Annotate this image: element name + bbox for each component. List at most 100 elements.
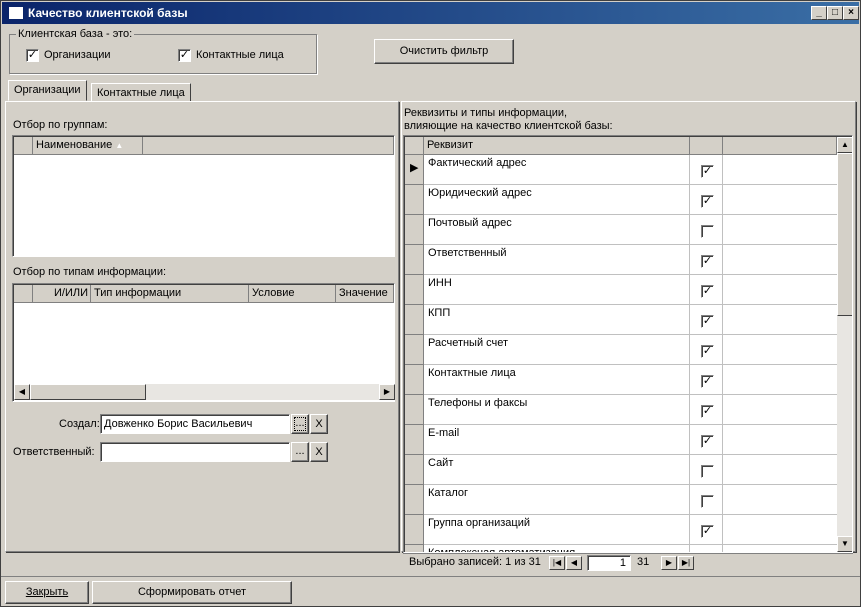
maximize-button[interactable]: □ <box>827 6 843 20</box>
created-by-field[interactable]: Довженко Борис Васильевич <box>100 414 290 434</box>
created-by-clear-button[interactable]: X <box>310 414 328 434</box>
nav-prev-icon[interactable]: ◀ <box>566 556 582 570</box>
contacts-label: Контактные лица <box>196 49 284 61</box>
requisite-name: Расчетный счет <box>425 335 690 365</box>
requisite-checkbox[interactable]: ✓ <box>701 195 714 208</box>
requisite-checkbox[interactable]: ✓ <box>701 165 714 178</box>
requisite-name: Комплексная автоматизация <box>425 545 690 552</box>
created-by-pick-button[interactable]: ... <box>291 414 309 434</box>
row-selector[interactable] <box>405 365 424 395</box>
requisite-row[interactable]: Комплексная автоматизация <box>405 545 837 552</box>
scroll-down-button[interactable]: ▼ <box>837 536 852 552</box>
groups-grid[interactable]: Наименование ▲ <box>12 135 395 257</box>
window-title: Качество клиентской базы <box>28 6 188 20</box>
requisite-row[interactable]: Телефоны и факсы ✓ <box>405 395 837 425</box>
requisites-title-line1: Реквизиты и типы информации, <box>404 107 568 119</box>
row-selector[interactable] <box>405 455 424 485</box>
requisite-check-cell: ✓ <box>691 365 723 395</box>
requisite-checkbox[interactable]: ✓ <box>701 315 714 328</box>
requisite-name: Почтовый адрес <box>425 215 690 245</box>
requisite-check-cell <box>691 215 723 245</box>
row-selector[interactable] <box>405 395 424 425</box>
row-selector[interactable] <box>405 425 424 455</box>
requisites-status-bar: Выбрано записей: 1 из 31 |◀ ◀ 1 31 ▶ ▶| <box>403 553 853 571</box>
requisite-checkbox[interactable]: ✓ <box>701 435 714 448</box>
generate-report-button[interactable]: Сформировать отчет <box>92 581 292 604</box>
info-filter-grid[interactable]: И/ИЛИ Тип информации Условие Значение ◀ … <box>12 283 395 402</box>
responsible-pick-button[interactable]: ... <box>291 442 309 462</box>
requisites-col-name[interactable]: Реквизит <box>424 137 690 155</box>
nav-next-icon[interactable]: ▶ <box>661 556 677 570</box>
requisite-check-cell <box>691 455 723 485</box>
close-window-button[interactable]: × <box>843 6 859 20</box>
info-col-type[interactable]: Тип информации <box>91 285 249 303</box>
nav-first-icon[interactable]: |◀ <box>549 556 565 570</box>
row-selector[interactable] <box>405 305 424 335</box>
vscroll-thumb[interactable] <box>837 153 852 316</box>
groups-col-filler <box>143 137 394 155</box>
row-selector[interactable]: ▶ <box>405 155 424 185</box>
requisite-checkbox[interactable]: ✓ <box>701 405 714 418</box>
tab-contacts[interactable]: Контактные лица <box>91 83 191 101</box>
requisites-vscroll[interactable]: ▲ ▼ <box>837 137 852 552</box>
row-selector[interactable] <box>405 515 424 545</box>
requisite-checkbox[interactable]: ✓ <box>701 375 714 388</box>
requisite-row[interactable]: Ответственный ✓ <box>405 245 837 275</box>
row-selector[interactable] <box>405 545 424 552</box>
page-number-input[interactable]: 1 <box>587 555 631 571</box>
requisite-row[interactable]: Каталог <box>405 485 837 515</box>
groups-col-name[interactable]: Наименование ▲ <box>33 137 143 155</box>
scroll-right-button[interactable]: ▶ <box>379 384 395 400</box>
requisite-row[interactable]: Почтовый адрес <box>405 215 837 245</box>
requisite-row[interactable]: ИНН ✓ <box>405 275 837 305</box>
scroll-left-button[interactable]: ◀ <box>14 384 30 400</box>
row-selector[interactable] <box>405 245 424 275</box>
info-col-and-or[interactable]: И/ИЛИ <box>33 285 91 303</box>
responsible-field[interactable] <box>100 442 290 462</box>
info-col-value[interactable]: Значение <box>336 285 394 303</box>
requisites-col-filler <box>723 137 837 155</box>
requisite-name: Сайт <box>425 455 690 485</box>
requisite-name: Фактический адрес <box>425 155 690 185</box>
requisite-check-cell: ✓ <box>691 185 723 215</box>
info-grid-hscroll[interactable]: ◀ ▶ <box>14 384 395 400</box>
row-selector[interactable] <box>405 335 424 365</box>
tab-organizations[interactable]: Организации <box>8 80 87 101</box>
requisite-check-cell: ✓ <box>691 425 723 455</box>
requisite-row[interactable]: КПП ✓ <box>405 305 837 335</box>
requisite-row[interactable]: E-mail ✓ <box>405 425 837 455</box>
requisite-row[interactable]: ▶ Фактический адрес ✓ <box>405 155 837 185</box>
responsible-clear-button[interactable]: X <box>310 442 328 462</box>
requisite-row[interactable]: Группа организаций ✓ <box>405 515 837 545</box>
requisite-row[interactable]: Сайт <box>405 455 837 485</box>
clear-filter-button[interactable]: Очистить фильтр <box>374 39 514 64</box>
requisite-check-cell <box>691 485 723 515</box>
row-selector[interactable] <box>405 275 424 305</box>
scroll-up-button[interactable]: ▲ <box>837 137 852 153</box>
organizations-checkbox[interactable]: ✓ <box>26 49 39 62</box>
row-selector[interactable] <box>405 485 424 515</box>
requisite-row[interactable]: Контактные лица ✓ <box>405 365 837 395</box>
requisite-checkbox[interactable] <box>701 225 714 238</box>
requisite-row[interactable]: Расчетный счет ✓ <box>405 335 837 365</box>
nav-last-icon[interactable]: ▶| <box>678 556 694 570</box>
title-bar: Качество клиентской базы _ □ × <box>2 2 859 24</box>
requisite-checkbox[interactable]: ✓ <box>701 255 714 268</box>
row-selector[interactable] <box>405 215 424 245</box>
requisite-checkbox[interactable]: ✓ <box>701 285 714 298</box>
requisite-checkbox[interactable] <box>701 465 714 478</box>
requisite-checkbox[interactable]: ✓ <box>701 345 714 358</box>
requisite-checkbox[interactable] <box>701 495 714 508</box>
contacts-checkbox[interactable]: ✓ <box>178 49 191 62</box>
row-selector[interactable] <box>405 185 424 215</box>
requisites-grid[interactable]: Реквизит ▶ Фактический адрес ✓ Юридический … <box>403 135 853 553</box>
requisite-row[interactable]: Юридический адрес ✓ <box>405 185 837 215</box>
info-col-condition[interactable]: Условие <box>249 285 336 303</box>
requisite-checkbox[interactable]: ✓ <box>701 525 714 538</box>
hscroll-thumb[interactable] <box>30 384 146 400</box>
minimize-button[interactable]: _ <box>811 6 827 20</box>
requisites-col-check[interactable] <box>690 137 723 155</box>
groups-filter-label: Отбор по группам: <box>13 119 108 131</box>
requisites-title-line2: влияющие на качество клиентской базы: <box>404 120 613 132</box>
close-button[interactable]: Закрыть <box>5 581 89 604</box>
